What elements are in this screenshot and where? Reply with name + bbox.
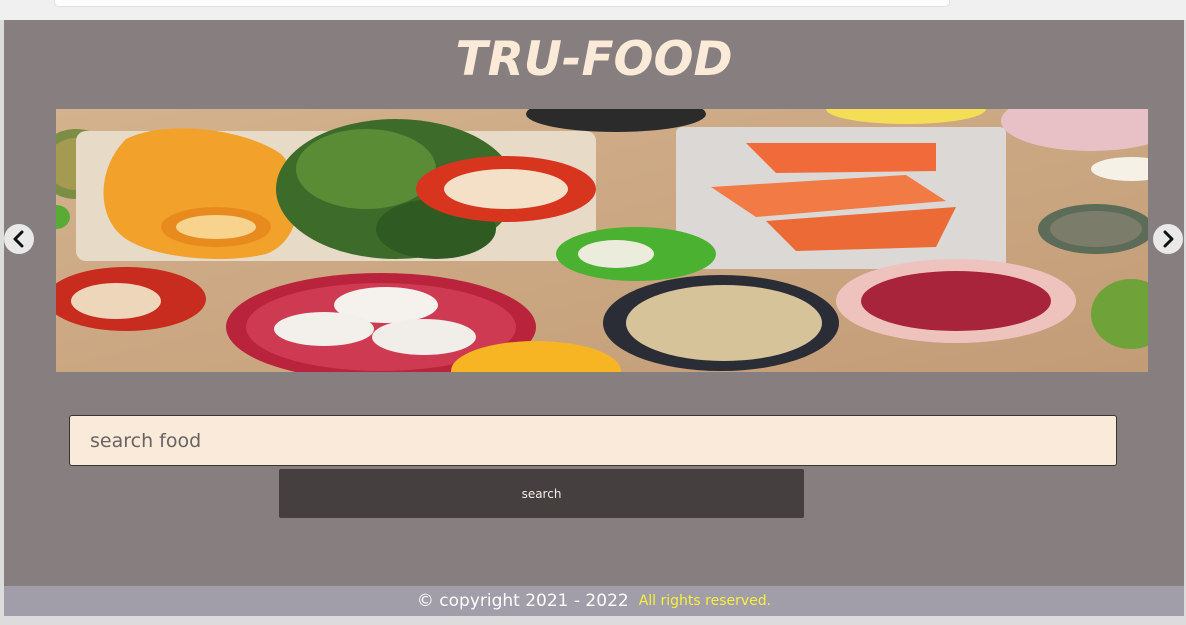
search-input[interactable] xyxy=(69,415,1117,466)
chevron-left-icon xyxy=(13,230,24,248)
food-carousel xyxy=(56,109,1148,372)
footer-rights: All rights reserved. xyxy=(638,593,772,609)
page-container: TRU-FOOD search food search xyxy=(4,20,1184,586)
chevron-right-icon xyxy=(1163,230,1174,248)
footer: © copyright 2021 - 2022 All rights reser… xyxy=(4,586,1184,616)
search-button[interactable]: search xyxy=(279,469,804,518)
carousel-next-button[interactable] xyxy=(1153,224,1183,254)
site-title: TRU-FOOD xyxy=(455,32,733,87)
carousel-slide-image xyxy=(56,109,1148,372)
browser-chrome xyxy=(0,0,1186,20)
address-bar[interactable] xyxy=(54,0,950,7)
carousel-prev-button[interactable] xyxy=(4,224,34,254)
footer-copyright: © copyright 2021 - 2022 xyxy=(416,591,629,611)
